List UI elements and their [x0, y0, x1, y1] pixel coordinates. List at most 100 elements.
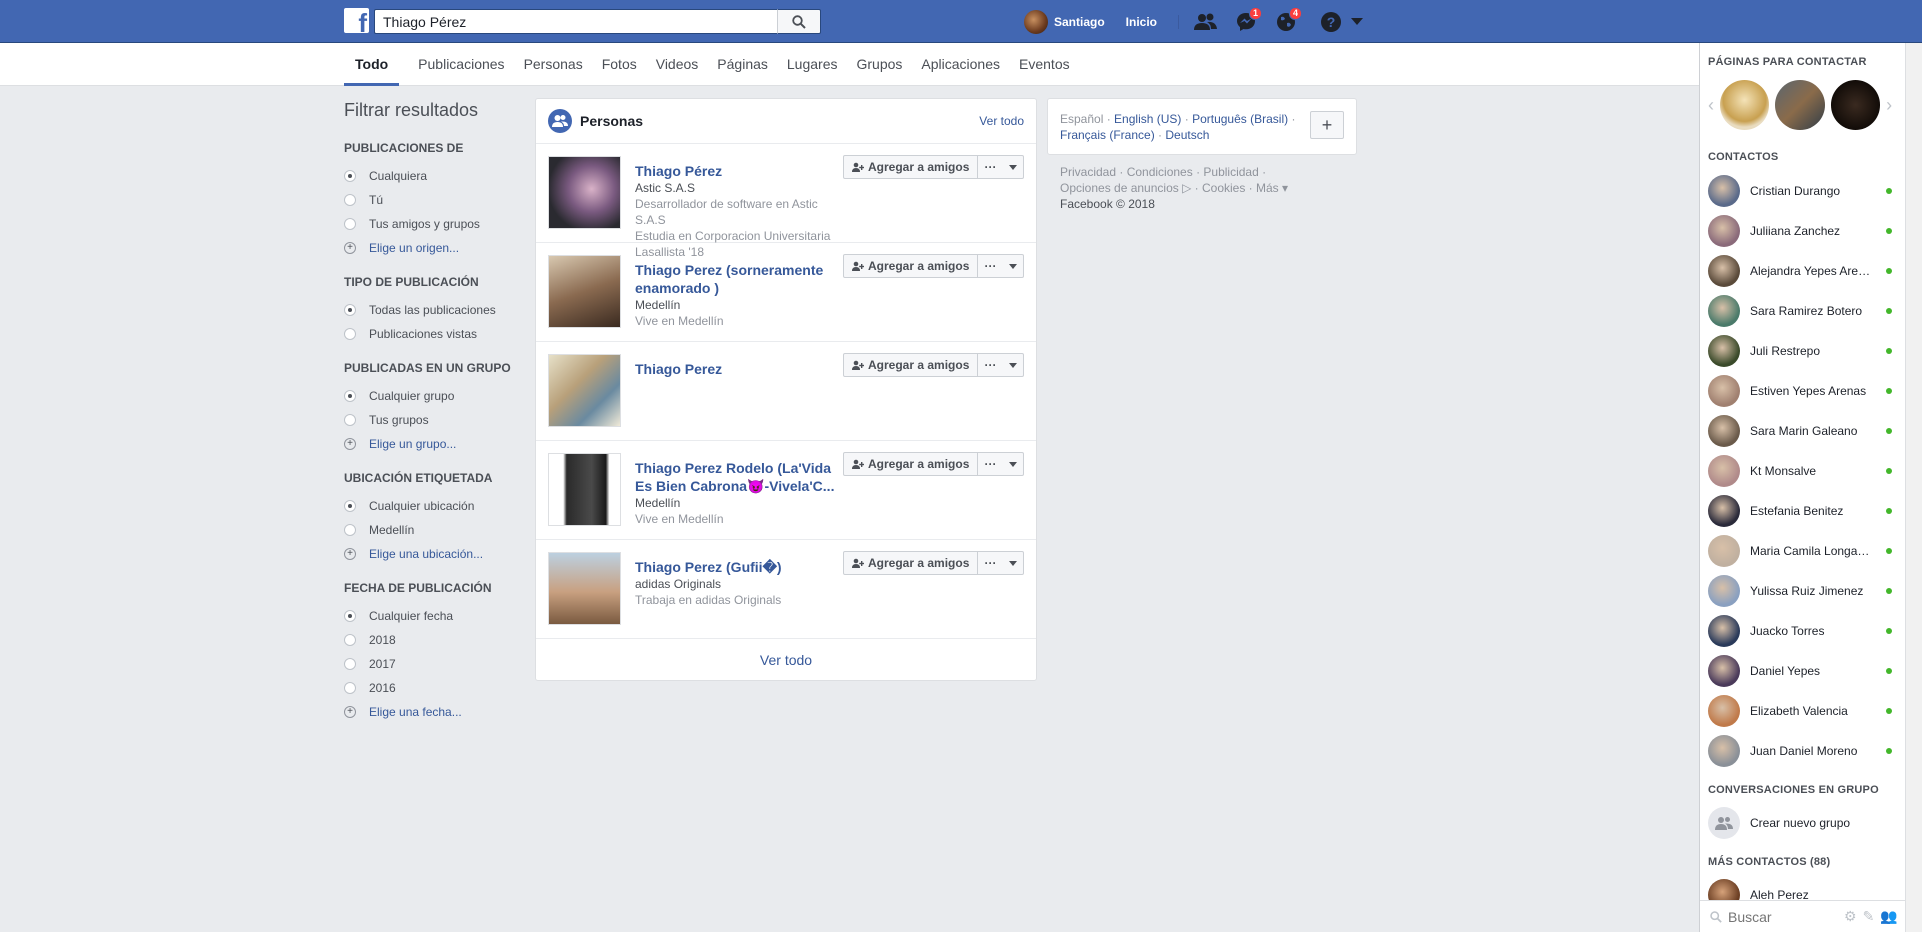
filter-option[interactable]: Todas las publicaciones	[344, 298, 524, 322]
profile-picture[interactable]	[548, 453, 621, 526]
contact-item[interactable]: Juan Daniel Moreno	[1700, 731, 1906, 771]
contact-item[interactable]: Juacko Torres	[1700, 611, 1906, 651]
tab-todo[interactable]: Todo	[344, 43, 400, 86]
compose-icon[interactable]: ✎	[1863, 908, 1875, 925]
filter-option[interactable]: 2016	[344, 676, 524, 700]
filter-option[interactable]: Tú	[344, 188, 524, 212]
home-link[interactable]: Inicio	[1126, 14, 1180, 29]
account-menu-caret-icon[interactable]	[1351, 18, 1364, 25]
page-thumbnail[interactable]	[1775, 80, 1825, 130]
chevron-right-icon[interactable]: ›	[1886, 95, 1898, 116]
tab-fotos[interactable]: Fotos	[583, 43, 637, 86]
contact-item[interactable]: Yulissa Ruiz Jimenez	[1700, 571, 1906, 611]
filter-option[interactable]: Cualquier fecha	[344, 604, 524, 628]
language-link[interactable]: Français (France)	[1060, 128, 1155, 142]
radio-button[interactable]	[344, 218, 356, 230]
profile-picture[interactable]	[548, 156, 621, 229]
filter-option[interactable]: Tus grupos	[344, 408, 524, 432]
tab-grupos[interactable]: Grupos	[837, 43, 902, 86]
contact-item[interactable]: Juli Restrepo	[1700, 331, 1906, 371]
add-friend-button[interactable]: Agregar a amigos	[843, 551, 978, 575]
profile-picture[interactable]	[548, 354, 621, 427]
tab-personas[interactable]: Personas	[505, 43, 583, 86]
tab-publicaciones[interactable]: Publicaciones	[399, 43, 504, 86]
radio-button[interactable]	[344, 658, 356, 670]
add-friend-button[interactable]: Agregar a amigos	[843, 155, 978, 179]
contact-item[interactable]: Sara Marin Galeano	[1700, 411, 1906, 451]
chat-search-input[interactable]	[1728, 908, 1838, 925]
more-options-button[interactable]: ···	[977, 452, 1024, 476]
scrollbar[interactable]	[1905, 43, 1922, 932]
tab-videos[interactable]: Videos	[637, 43, 699, 86]
radio-button[interactable]	[344, 170, 356, 182]
language-link[interactable]: English (US)	[1114, 112, 1181, 126]
add-friend-button[interactable]: Agregar a amigos	[843, 254, 978, 278]
language-link[interactable]: Deutsch	[1165, 128, 1209, 142]
chevron-left-icon[interactable]: ‹	[1708, 95, 1720, 116]
friend-requests-button[interactable]	[1193, 9, 1219, 35]
filter-option[interactable]: Cualquier grupo	[344, 384, 524, 408]
tab-lugares[interactable]: Lugares	[768, 43, 838, 86]
notifications-button[interactable]: 4	[1273, 6, 1303, 35]
filter-choose-link[interactable]: + Elige un grupo...	[344, 432, 524, 456]
search-field[interactable]	[374, 9, 777, 34]
contact-item[interactable]: Alejandra Yepes Arenas	[1700, 251, 1906, 291]
filter-choose-link[interactable]: + Elige una ubicación...	[344, 542, 524, 566]
person-name-link[interactable]: Thiago Perez	[635, 360, 840, 378]
see-all-link[interactable]: Ver todo	[979, 114, 1024, 128]
filter-option[interactable]: 2018	[344, 628, 524, 652]
contact-item[interactable]: Cristian Durango	[1700, 171, 1906, 211]
add-friend-button[interactable]: Agregar a amigos	[843, 452, 978, 476]
search-button[interactable]	[777, 9, 821, 34]
radio-button[interactable]	[344, 194, 356, 206]
language-link[interactable]: Português (Brasil)	[1192, 112, 1288, 126]
radio-button[interactable]	[344, 500, 356, 512]
messages-button[interactable]: 1	[1233, 6, 1263, 35]
gear-icon[interactable]: ⚙	[1844, 908, 1857, 925]
facebook-logo-icon[interactable]: f	[344, 8, 369, 36]
filter-option[interactable]: Medellín	[344, 518, 524, 542]
profile-link[interactable]: Santiago	[1054, 15, 1105, 29]
search-input[interactable]	[375, 10, 777, 33]
person-name-link[interactable]: Thiago Perez (sorneramente enamorado )	[635, 261, 840, 297]
contact-item[interactable]: Kt Monsalve	[1700, 451, 1906, 491]
more-options-button[interactable]: ···	[977, 551, 1024, 575]
footer-links-row-1[interactable]: Privacidad · Condiciones · Publicidad ·	[1060, 164, 1360, 180]
profile-picture[interactable]	[548, 255, 621, 328]
filter-choose-link[interactable]: + Elige un origen...	[344, 236, 524, 260]
see-all-footer-link[interactable]: Ver todo	[536, 639, 1036, 681]
radio-button[interactable]	[344, 328, 356, 340]
radio-button[interactable]	[344, 610, 356, 622]
filter-option[interactable]: Tus amigos y grupos	[344, 212, 524, 236]
more-options-button[interactable]: ···	[977, 353, 1024, 377]
filter-option[interactable]: Publicaciones vistas	[344, 322, 524, 346]
more-options-button[interactable]: ···	[977, 254, 1024, 278]
contact-item[interactable]: Juliiana Zanchez	[1700, 211, 1906, 251]
contact-item[interactable]: Estiven Yepes Arenas	[1700, 371, 1906, 411]
radio-button[interactable]	[344, 524, 356, 536]
contact-item[interactable]: Estefania Benitez	[1700, 491, 1906, 531]
radio-button[interactable]	[344, 304, 356, 316]
contact-item[interactable]: Elizabeth Valencia	[1700, 691, 1906, 731]
person-name-link[interactable]: Thiago Perez (Gufii�)	[635, 558, 840, 576]
radio-button[interactable]	[344, 682, 356, 694]
filter-option[interactable]: Cualquier ubicación	[344, 494, 524, 518]
radio-button[interactable]	[344, 390, 356, 402]
tab-eventos[interactable]: Eventos	[1000, 43, 1070, 86]
radio-button[interactable]	[344, 414, 356, 426]
person-name-link[interactable]: Thiago Perez Rodelo (La'Vida Es Bien Cab…	[635, 459, 840, 495]
profile-picture[interactable]	[548, 552, 621, 625]
page-thumbnail[interactable]	[1719, 80, 1770, 130]
footer-links-row-2[interactable]: Opciones de anuncios ▷ · Cookies · Más ▾	[1060, 180, 1360, 196]
contact-item[interactable]: Daniel Yepes	[1700, 651, 1906, 691]
tab-aplicaciones[interactable]: Aplicaciones	[902, 43, 1000, 86]
add-friend-button[interactable]: Agregar a amigos	[843, 353, 978, 377]
filter-option[interactable]: Cualquiera	[344, 164, 524, 188]
contact-item[interactable]: Maria Camila Longas Velez	[1700, 531, 1906, 571]
person-name-link[interactable]: Thiago Pérez	[635, 162, 840, 180]
more-languages-button[interactable]: +	[1310, 111, 1344, 139]
help-icon[interactable]: ?	[1321, 11, 1342, 32]
user-avatar[interactable]	[1024, 9, 1048, 34]
filter-choose-link[interactable]: + Elige una fecha...	[344, 700, 524, 724]
group-chat-icon[interactable]: 👥	[1880, 908, 1897, 925]
